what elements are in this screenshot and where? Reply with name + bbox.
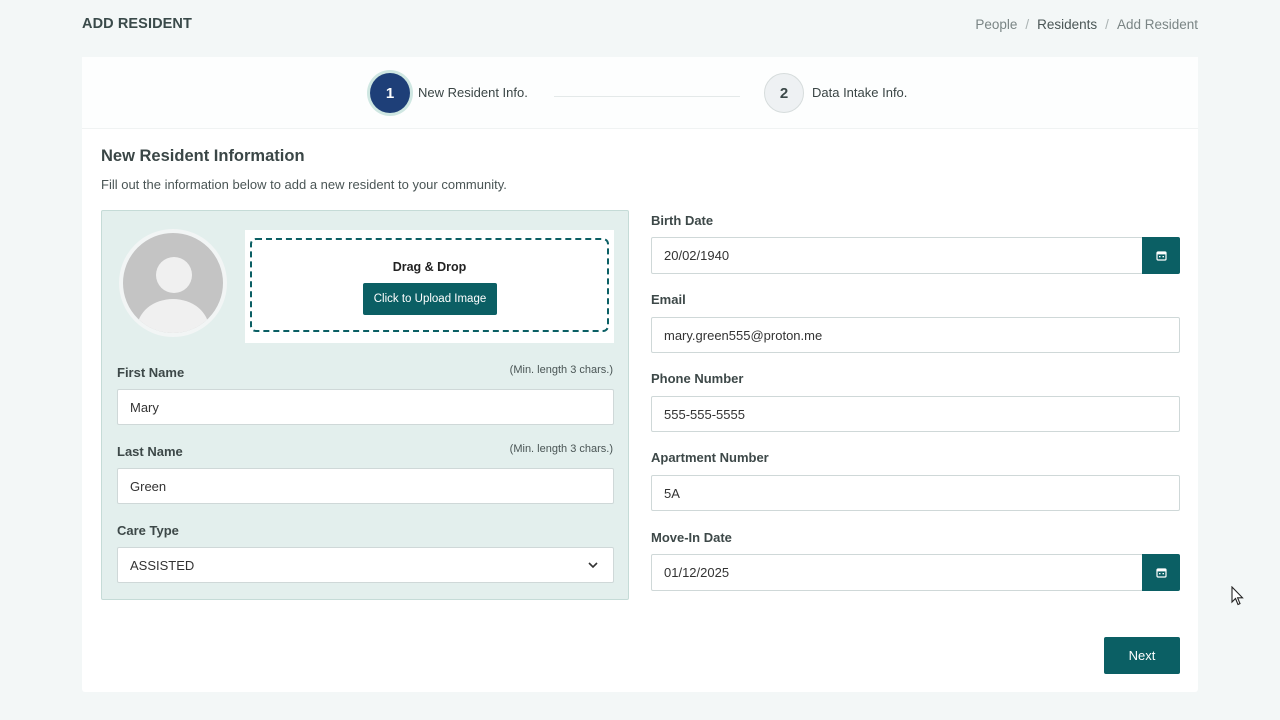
first-name-label: First Name	[117, 365, 185, 380]
breadcrumb-separator: /	[1105, 17, 1109, 32]
move-in-date-label: Move-In Date	[651, 530, 732, 545]
care-type-value: ASSISTED	[130, 557, 195, 573]
breadcrumb-separator: /	[1025, 17, 1030, 32]
phone-label: Phone Number	[651, 371, 744, 386]
care-type-select[interactable]: ASSISTED	[117, 547, 614, 583]
first-name-input[interactable]: Mary	[117, 389, 614, 425]
birth-date-calendar-button[interactable]	[1142, 237, 1180, 274]
image-upload-dropzone[interactable]: Drag & Drop Click to Upload Image	[245, 230, 614, 343]
form-card: 1 New Resident Info. 2 Data Intake Info.…	[82, 57, 1198, 692]
dropzone-title: Drag & Drop	[392, 260, 467, 274]
email-label: Email	[651, 292, 686, 307]
resident-basic-panel: Drag & Drop Click to Upload Image First …	[101, 210, 629, 600]
calendar-icon	[1155, 251, 1167, 261]
breadcrumb: People / Residents / Add Resident	[975, 17, 1198, 32]
birth-date-label: Birth Date	[651, 213, 714, 228]
birth-date-input[interactable]: 20/02/1940	[651, 237, 1143, 274]
breadcrumb-people[interactable]: People	[975, 17, 1017, 32]
breadcrumb-residents[interactable]: Residents	[1037, 17, 1097, 32]
step-1-label: New Resident Info.	[418, 85, 528, 100]
step-2-label: Data Intake Info.	[812, 85, 908, 100]
last-name-label: Last Name	[117, 444, 183, 459]
step-1-indicator[interactable]: 1	[370, 73, 410, 113]
section-subtitle: Fill out the information below to add a …	[101, 177, 507, 192]
step-2-indicator[interactable]: 2	[764, 73, 804, 113]
last-name-input[interactable]: Green	[117, 468, 614, 504]
phone-input[interactable]: 555-555-5555	[651, 396, 1180, 432]
dropzone-border: Drag & Drop Click to Upload Image	[250, 238, 609, 332]
care-type-label: Care Type	[117, 523, 179, 538]
apartment-input[interactable]: 5A	[651, 475, 1180, 511]
step-connector	[554, 96, 740, 97]
calendar-icon	[1155, 568, 1167, 578]
move-in-date-input[interactable]: 01/12/2025	[651, 554, 1143, 591]
move-in-date-calendar-button[interactable]	[1142, 554, 1180, 591]
upload-image-button[interactable]: Click to Upload Image	[363, 283, 497, 315]
stepper: 1 New Resident Info. 2 Data Intake Info.	[82, 57, 1198, 129]
page-title: ADD RESIDENT	[82, 16, 192, 32]
chevron-down-icon	[588, 562, 598, 569]
apartment-label: Apartment Number	[651, 450, 769, 465]
breadcrumb-current: Add Resident	[1116, 17, 1198, 32]
avatar-placeholder-icon	[119, 229, 227, 337]
last-name-hint: (Min. length 3 chars.)	[509, 443, 613, 455]
email-input[interactable]: mary.green555@proton.me	[651, 317, 1180, 353]
section-title: New Resident Information	[101, 147, 305, 165]
first-name-hint: (Min. length 3 chars.)	[509, 364, 613, 376]
mouse-cursor-icon	[1231, 586, 1244, 606]
next-button[interactable]: Next	[1104, 637, 1180, 674]
